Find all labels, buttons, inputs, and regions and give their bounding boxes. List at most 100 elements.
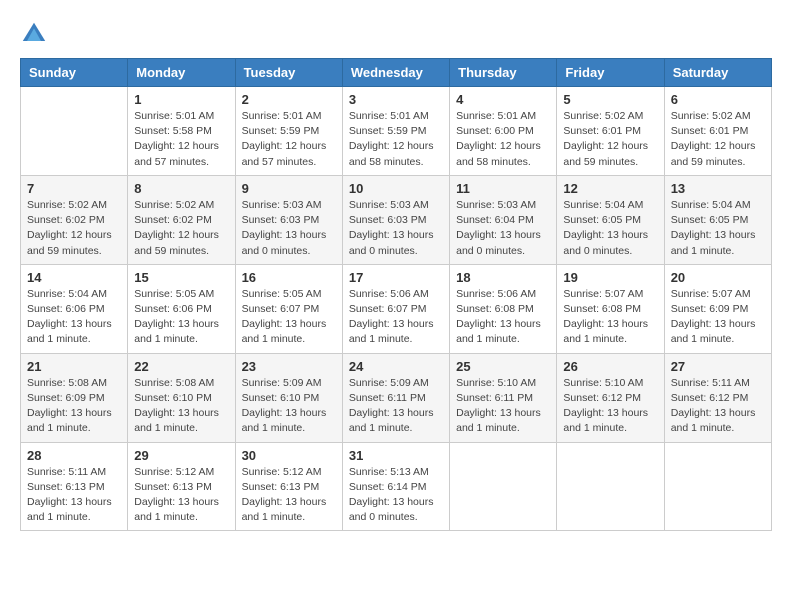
- calendar-cell: 9 Sunrise: 5:03 AM Sunset: 6:03 PM Daylig…: [235, 175, 342, 264]
- day-info: Sunrise: 5:03 AM Sunset: 6:03 PM Dayligh…: [242, 198, 336, 259]
- day-number: 12: [563, 181, 657, 196]
- logo: [20, 20, 52, 48]
- day-number: 29: [134, 448, 228, 463]
- column-header-saturday: Saturday: [664, 59, 771, 87]
- calendar-cell: 6 Sunrise: 5:02 AM Sunset: 6:01 PM Daylig…: [664, 87, 771, 176]
- day-info: Sunrise: 5:08 AM Sunset: 6:10 PM Dayligh…: [134, 376, 228, 437]
- day-info: Sunrise: 5:11 AM Sunset: 6:12 PM Dayligh…: [671, 376, 765, 437]
- day-number: 22: [134, 359, 228, 374]
- calendar-cell: 25 Sunrise: 5:10 AM Sunset: 6:11 PM Dayli…: [450, 353, 557, 442]
- day-info: Sunrise: 5:01 AM Sunset: 5:58 PM Dayligh…: [134, 109, 228, 170]
- day-info: Sunrise: 5:10 AM Sunset: 6:11 PM Dayligh…: [456, 376, 550, 437]
- day-info: Sunrise: 5:05 AM Sunset: 6:07 PM Dayligh…: [242, 287, 336, 348]
- day-info: Sunrise: 5:01 AM Sunset: 5:59 PM Dayligh…: [349, 109, 443, 170]
- day-number: 11: [456, 181, 550, 196]
- day-number: 8: [134, 181, 228, 196]
- day-number: 5: [563, 92, 657, 107]
- calendar-cell: 12Sunrise: 5:04 AM Sunset: 6:05 PM Dayli…: [557, 175, 664, 264]
- column-header-wednesday: Wednesday: [342, 59, 449, 87]
- day-number: 23: [242, 359, 336, 374]
- calendar-cell: 29 Sunrise: 5:12 AM Sunset: 6:13 PM Dayli…: [128, 442, 235, 531]
- calendar-cell: 18Sunrise: 5:06 AM Sunset: 6:08 PM Dayli…: [450, 264, 557, 353]
- day-info: Sunrise: 5:09 AM Sunset: 6:11 PM Dayligh…: [349, 376, 443, 437]
- day-number: 7: [27, 181, 121, 196]
- logo-icon: [20, 20, 48, 48]
- calendar-cell: 19Sunrise: 5:07 AM Sunset: 6:08 PM Dayli…: [557, 264, 664, 353]
- day-info: Sunrise: 5:02 AM Sunset: 6:02 PM Dayligh…: [27, 198, 121, 259]
- day-number: 24: [349, 359, 443, 374]
- calendar-cell: 21 Sunrise: 5:08 AM Sunset: 6:09 PM Dayli…: [21, 353, 128, 442]
- day-info: Sunrise: 5:03 AM Sunset: 6:04 PM Dayligh…: [456, 198, 550, 259]
- calendar-cell: 4 Sunrise: 5:01 AM Sunset: 6:00 PM Daylig…: [450, 87, 557, 176]
- column-header-sunday: Sunday: [21, 59, 128, 87]
- calendar-cell: 22 Sunrise: 5:08 AM Sunset: 6:10 PM Dayli…: [128, 353, 235, 442]
- day-number: 30: [242, 448, 336, 463]
- day-info: Sunrise: 5:10 AM Sunset: 6:12 PM Dayligh…: [563, 376, 657, 437]
- column-header-friday: Friday: [557, 59, 664, 87]
- calendar-cell: 26 Sunrise: 5:10 AM Sunset: 6:12 PM Dayli…: [557, 353, 664, 442]
- calendar-cell: [450, 442, 557, 531]
- day-info: Sunrise: 5:03 AM Sunset: 6:03 PM Dayligh…: [349, 198, 443, 259]
- calendar-cell: 28 Sunrise: 5:11 AM Sunset: 6:13 PM Dayli…: [21, 442, 128, 531]
- day-number: 26: [563, 359, 657, 374]
- calendar-cell: 17 Sunrise: 5:06 AM Sunset: 6:07 PM Dayli…: [342, 264, 449, 353]
- calendar-cell: 27 Sunrise: 5:11 AM Sunset: 6:12 PM Dayli…: [664, 353, 771, 442]
- day-number: 17: [349, 270, 443, 285]
- calendar-cell: 16 Sunrise: 5:05 AM Sunset: 6:07 PM Dayli…: [235, 264, 342, 353]
- calendar-cell: 13 Sunrise: 5:04 AM Sunset: 6:05 PM Dayli…: [664, 175, 771, 264]
- calendar-cell: [664, 442, 771, 531]
- calendar-cell: [557, 442, 664, 531]
- day-info: Sunrise: 5:02 AM Sunset: 6:01 PM Dayligh…: [563, 109, 657, 170]
- calendar-cell: 24 Sunrise: 5:09 AM Sunset: 6:11 PM Dayli…: [342, 353, 449, 442]
- day-info: Sunrise: 5:09 AM Sunset: 6:10 PM Dayligh…: [242, 376, 336, 437]
- day-number: 6: [671, 92, 765, 107]
- day-number: 3: [349, 92, 443, 107]
- day-info: Sunrise: 5:12 AM Sunset: 6:13 PM Dayligh…: [134, 465, 228, 526]
- day-number: 20: [671, 270, 765, 285]
- calendar-week-row: 21 Sunrise: 5:08 AM Sunset: 6:09 PM Dayli…: [21, 353, 772, 442]
- calendar-cell: 31Sunrise: 5:13 AM Sunset: 6:14 PM Dayli…: [342, 442, 449, 531]
- calendar-cell: 30 Sunrise: 5:12 AM Sunset: 6:13 PM Dayli…: [235, 442, 342, 531]
- day-info: Sunrise: 5:04 AM Sunset: 6:06 PM Dayligh…: [27, 287, 121, 348]
- day-info: Sunrise: 5:08 AM Sunset: 6:09 PM Dayligh…: [27, 376, 121, 437]
- day-info: Sunrise: 5:11 AM Sunset: 6:13 PM Dayligh…: [27, 465, 121, 526]
- day-info: Sunrise: 5:04 AM Sunset: 6:05 PM Dayligh…: [671, 198, 765, 259]
- day-info: Sunrise: 5:13 AM Sunset: 6:14 PM Dayligh…: [349, 465, 443, 526]
- calendar-cell: 15Sunrise: 5:05 AM Sunset: 6:06 PM Dayli…: [128, 264, 235, 353]
- day-info: Sunrise: 5:12 AM Sunset: 6:13 PM Dayligh…: [242, 465, 336, 526]
- day-info: Sunrise: 5:07 AM Sunset: 6:08 PM Dayligh…: [563, 287, 657, 348]
- day-number: 13: [671, 181, 765, 196]
- calendar-cell: 11 Sunrise: 5:03 AM Sunset: 6:04 PM Dayli…: [450, 175, 557, 264]
- calendar-week-row: 7 Sunrise: 5:02 AM Sunset: 6:02 PM Daylig…: [21, 175, 772, 264]
- calendar-week-row: 1 Sunrise: 5:01 AM Sunset: 5:58 PM Daylig…: [21, 87, 772, 176]
- calendar-cell: 2 Sunrise: 5:01 AM Sunset: 5:59 PM Daylig…: [235, 87, 342, 176]
- calendar-cell: 1 Sunrise: 5:01 AM Sunset: 5:58 PM Daylig…: [128, 87, 235, 176]
- calendar-cell: 5 Sunrise: 5:02 AM Sunset: 6:01 PM Daylig…: [557, 87, 664, 176]
- calendar-cell: 23 Sunrise: 5:09 AM Sunset: 6:10 PM Dayli…: [235, 353, 342, 442]
- calendar-cell: 3 Sunrise: 5:01 AM Sunset: 5:59 PM Daylig…: [342, 87, 449, 176]
- calendar-cell: 10Sunrise: 5:03 AM Sunset: 6:03 PM Dayli…: [342, 175, 449, 264]
- day-number: 16: [242, 270, 336, 285]
- day-number: 1: [134, 92, 228, 107]
- calendar-cell: 7 Sunrise: 5:02 AM Sunset: 6:02 PM Daylig…: [21, 175, 128, 264]
- day-number: 28: [27, 448, 121, 463]
- day-number: 25: [456, 359, 550, 374]
- column-header-tuesday: Tuesday: [235, 59, 342, 87]
- calendar-cell: [21, 87, 128, 176]
- day-info: Sunrise: 5:06 AM Sunset: 6:08 PM Dayligh…: [456, 287, 550, 348]
- calendar-table: SundayMondayTuesdayWednesdayThursdayFrid…: [20, 58, 772, 531]
- day-info: Sunrise: 5:06 AM Sunset: 6:07 PM Dayligh…: [349, 287, 443, 348]
- day-number: 21: [27, 359, 121, 374]
- day-info: Sunrise: 5:01 AM Sunset: 6:00 PM Dayligh…: [456, 109, 550, 170]
- day-number: 15: [134, 270, 228, 285]
- calendar-week-row: 14Sunrise: 5:04 AM Sunset: 6:06 PM Dayli…: [21, 264, 772, 353]
- day-info: Sunrise: 5:07 AM Sunset: 6:09 PM Dayligh…: [671, 287, 765, 348]
- column-header-thursday: Thursday: [450, 59, 557, 87]
- day-number: 2: [242, 92, 336, 107]
- day-number: 4: [456, 92, 550, 107]
- day-info: Sunrise: 5:02 AM Sunset: 6:01 PM Dayligh…: [671, 109, 765, 170]
- day-info: Sunrise: 5:02 AM Sunset: 6:02 PM Dayligh…: [134, 198, 228, 259]
- day-info: Sunrise: 5:01 AM Sunset: 5:59 PM Dayligh…: [242, 109, 336, 170]
- day-number: 9: [242, 181, 336, 196]
- day-number: 27: [671, 359, 765, 374]
